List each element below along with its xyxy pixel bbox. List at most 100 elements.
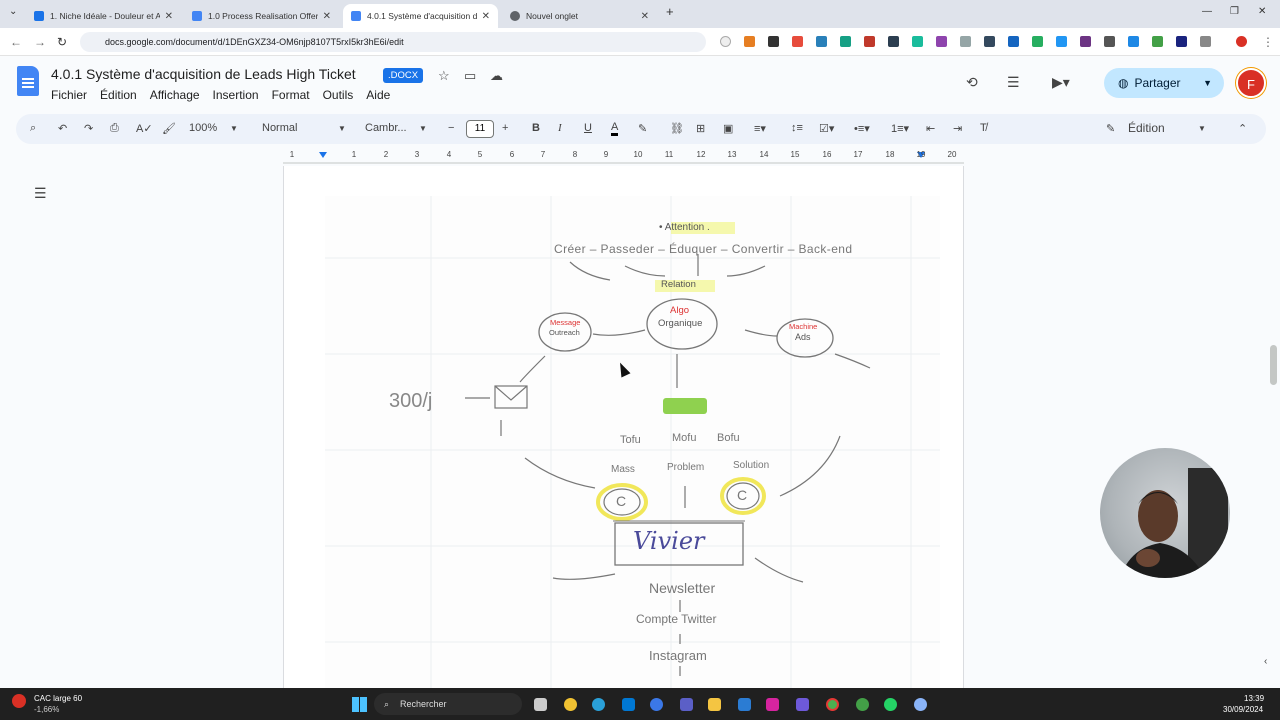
clock-time[interactable]: 13:39	[1244, 694, 1264, 703]
add-comment-icon[interactable]: ⊞	[696, 122, 705, 135]
instagram-icon[interactable]	[766, 698, 779, 711]
comments-icon[interactable]: ☰	[1007, 74, 1020, 91]
menu-item[interactable]: Format	[272, 88, 310, 102]
app-icon[interactable]	[796, 698, 809, 711]
cloud-status-icon[interactable]: ☁	[490, 68, 503, 84]
font-size-input[interactable]: 11	[466, 120, 494, 138]
font-select[interactable]: Cambr...	[365, 122, 407, 134]
task-view-icon[interactable]	[534, 698, 547, 711]
paint-format-icon[interactable]: 🖌	[162, 122, 176, 135]
back-icon[interactable]: ←	[10, 35, 22, 49]
scrollbar-thumb[interactable]	[1270, 345, 1277, 385]
collapse-menus-icon[interactable]: ⌃	[1238, 122, 1247, 135]
app-icon[interactable]	[622, 698, 635, 711]
app-icon[interactable]	[738, 698, 751, 711]
extension-icon[interactable]	[840, 36, 851, 47]
redo-icon[interactable]: ↷	[84, 122, 93, 135]
decrease-indent-icon[interactable]: ⇤	[926, 122, 935, 135]
edge-icon[interactable]	[592, 698, 605, 711]
browser-tab-active[interactable]: 4.0.1 Système d'acquisition de L ✕	[343, 4, 498, 28]
editing-mode-select[interactable]: Édition	[1128, 121, 1165, 135]
windows-start-icon[interactable]	[352, 697, 367, 712]
browser-tab[interactable]: 1. Niche Idéale - Douleur et Av ✕	[26, 4, 181, 28]
close-tab-icon[interactable]: ✕	[482, 11, 490, 22]
style-select[interactable]: Normal	[262, 122, 297, 134]
browser-menu-icon[interactable]: ⋮	[1262, 35, 1274, 49]
url-input[interactable]: docs.google.com/document/d/1DEnGXZ34-OM6…	[80, 32, 706, 52]
reload-icon[interactable]: ↻	[57, 35, 67, 49]
bulleted-list-icon[interactable]: •≡▾	[854, 122, 870, 135]
new-tab-icon[interactable]: +	[666, 4, 674, 19]
version-history-icon[interactable]: ⟲	[966, 74, 978, 91]
app-icon[interactable]	[914, 698, 927, 711]
clock-date[interactable]: 30/09/2024	[1223, 705, 1263, 714]
browser-tab[interactable]: Nouvel onglet ✕	[502, 4, 657, 28]
increase-font-size-icon[interactable]: +	[502, 122, 508, 134]
browser-tab[interactable]: 1.0 Process Realisation Offer De ✕	[184, 4, 339, 28]
menu-item[interactable]: Outils	[323, 88, 354, 102]
chevron-down-icon[interactable]: ▼	[338, 124, 346, 133]
extension-icon[interactable]	[720, 36, 731, 47]
extension-icon[interactable]	[912, 36, 923, 47]
close-tab-icon[interactable]: ✕	[641, 11, 649, 22]
account-avatar[interactable]: F	[1236, 68, 1266, 98]
chrome-icon[interactable]	[856, 698, 869, 711]
minimize-icon[interactable]: —	[1202, 6, 1212, 17]
menu-item[interactable]: Insertion	[213, 88, 259, 102]
clear-formatting-icon[interactable]: T̸	[980, 122, 987, 134]
text-color-icon[interactable]: A	[611, 122, 619, 136]
share-button[interactable]: ◍ Partager ▼	[1104, 68, 1224, 98]
file-explorer-icon[interactable]	[708, 698, 721, 711]
chevron-down-icon[interactable]: ▼	[419, 124, 427, 133]
insert-image-icon[interactable]: ▣	[723, 122, 733, 135]
increase-indent-icon[interactable]: ⇥	[953, 122, 962, 135]
extension-icon[interactable]	[984, 36, 995, 47]
extension-icon[interactable]	[792, 36, 803, 47]
restore-icon[interactable]: ❐	[1230, 6, 1239, 17]
search-menus-icon[interactable]: ⌕	[30, 122, 36, 135]
extension-icon[interactable]	[768, 36, 779, 47]
weather-widget-icon[interactable]	[12, 694, 26, 708]
menu-item[interactable]: Aide	[366, 88, 390, 102]
extension-icon[interactable]	[1152, 36, 1163, 47]
move-folder-icon[interactable]: ▭	[464, 68, 476, 84]
forward-icon[interactable]: →	[34, 35, 46, 49]
undo-icon[interactable]: ↶	[58, 122, 67, 135]
document-outline-icon[interactable]: ☰	[34, 185, 47, 202]
profile-icon[interactable]	[1236, 36, 1247, 47]
extension-icon[interactable]	[960, 36, 971, 47]
chevron-down-icon[interactable]: ▼	[1203, 78, 1212, 88]
menu-item[interactable]: Édition	[100, 88, 137, 102]
app-icon[interactable]	[564, 698, 577, 711]
vertical-scrollbar[interactable]	[1268, 166, 1280, 688]
align-icon[interactable]: ≡▾	[754, 122, 766, 135]
extension-icon[interactable]	[1008, 36, 1019, 47]
chrome-icon[interactable]	[826, 698, 839, 711]
taskbar-search-input[interactable]: ⌕ Rechercher	[374, 693, 522, 715]
whatsapp-icon[interactable]	[884, 698, 897, 711]
star-icon[interactable]: ☆	[438, 68, 450, 84]
meet-icon[interactable]: ▶▾	[1052, 74, 1070, 91]
extension-icon[interactable]	[888, 36, 899, 47]
chevron-down-icon[interactable]: ▼	[230, 124, 238, 133]
numbered-list-icon[interactable]: 1≡▾	[891, 122, 909, 135]
horizontal-ruler[interactable]: 1 1 2 3 4 5 6 7 8 9 10 11 12 13 14 15 16…	[283, 148, 964, 164]
italic-icon[interactable]: I	[558, 122, 562, 134]
extension-icon[interactable]	[864, 36, 875, 47]
sketch-image[interactable]: • Attention . Créer – Passeder – Éduquer…	[325, 196, 940, 688]
bold-icon[interactable]: B	[532, 122, 540, 134]
extension-icon[interactable]	[1176, 36, 1187, 47]
side-panel-toggle-icon[interactable]: ‹	[1264, 656, 1267, 667]
menu-item[interactable]: Affichage	[150, 88, 200, 102]
checklist-icon[interactable]: ☑▾	[819, 122, 834, 135]
docs-logo-icon[interactable]	[17, 66, 39, 96]
extension-icon[interactable]	[1056, 36, 1067, 47]
extensions-puzzle-icon[interactable]	[1200, 36, 1211, 47]
menu-item[interactable]: Fichier	[51, 88, 87, 102]
print-icon[interactable]: ⎙	[110, 122, 119, 135]
tab-search-icon[interactable]: ⌄	[9, 6, 17, 17]
app-icon[interactable]	[650, 698, 663, 711]
extension-icon[interactable]	[816, 36, 827, 47]
underline-icon[interactable]: U	[584, 122, 592, 134]
zoom-select[interactable]: 100%	[189, 122, 217, 134]
